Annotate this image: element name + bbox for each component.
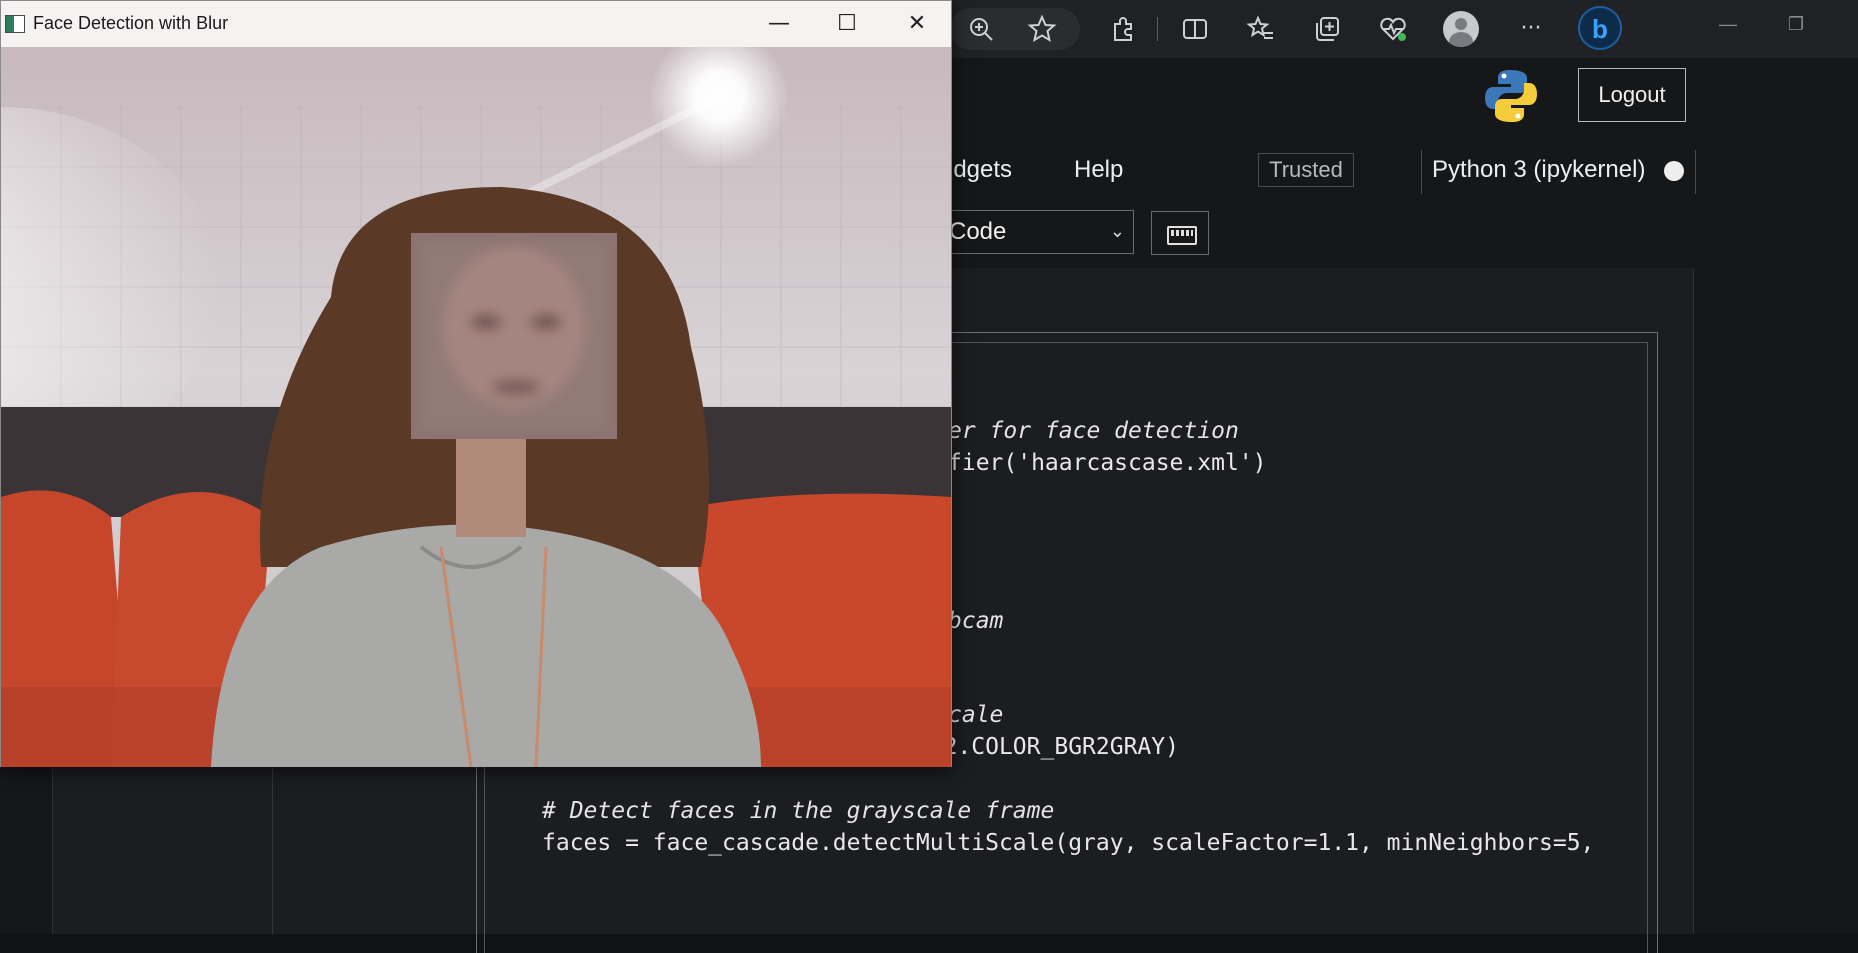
kernel-divider-right [1695, 150, 1696, 194]
kernel-status-indicator [1664, 161, 1684, 181]
code-line: er for face detection [948, 418, 1239, 444]
more-options-icon[interactable]: ··· [1516, 14, 1546, 44]
toolbar-divider [1157, 17, 1158, 41]
keyboard-icon [1167, 226, 1197, 245]
cell-type-value: Code [949, 218, 1007, 245]
keyboard-shortcuts-button[interactable] [1151, 211, 1209, 255]
browser-minimize-button[interactable]: — [1714, 14, 1742, 35]
chevron-down-icon: ⌄ [1109, 221, 1125, 242]
split-screen-icon[interactable] [1180, 14, 1210, 44]
code-line: # Detect faces in the grayscale frame [542, 798, 1055, 824]
webcam-image [1, 47, 951, 767]
favorite-star-icon[interactable] [1027, 14, 1057, 44]
face-detection-window[interactable]: Face Detection with Blur — ☐ ✕ [0, 0, 952, 767]
minimize-button[interactable]: — [759, 9, 799, 39]
close-button[interactable]: ✕ [897, 9, 937, 39]
kernel-name[interactable]: Python 3 (ipykernel) [1432, 156, 1645, 184]
window-titlebar[interactable]: Face Detection with Blur — ☐ ✕ [1, 1, 951, 47]
copilot-icon[interactable]: b [1578, 6, 1622, 50]
code-line: cale [948, 702, 1004, 728]
browser-essentials-icon[interactable] [1378, 14, 1408, 44]
kernel-divider-left [1421, 150, 1422, 194]
menu-widgets[interactable]: idgets [948, 156, 1012, 184]
cell-type-select[interactable]: Code ⌄ [930, 210, 1134, 254]
collections-icon[interactable] [1312, 14, 1342, 44]
code-line: faces = face_cascade.detectMultiScale(gr… [542, 830, 1595, 856]
logout-button[interactable]: Logout [1578, 68, 1686, 122]
app-icon [5, 15, 25, 33]
browser-restore-button[interactable]: ❐ [1782, 14, 1810, 35]
window-title: Face Detection with Blur [33, 13, 229, 33]
profile-avatar[interactable] [1443, 11, 1479, 47]
zoom-in-icon[interactable] [966, 14, 996, 44]
python-logo-icon [1485, 70, 1537, 122]
extensions-icon[interactable] [1108, 14, 1138, 44]
menu-help[interactable]: Help [1074, 156, 1123, 184]
code-line: fier('haarcascase.xml') [948, 450, 1267, 476]
code-line: bcam [948, 608, 1004, 634]
trusted-indicator[interactable]: Trusted [1258, 153, 1354, 187]
maximize-button[interactable]: ☐ [827, 9, 867, 39]
favorites-list-icon[interactable] [1246, 14, 1276, 44]
webcam-frame [1, 47, 951, 767]
